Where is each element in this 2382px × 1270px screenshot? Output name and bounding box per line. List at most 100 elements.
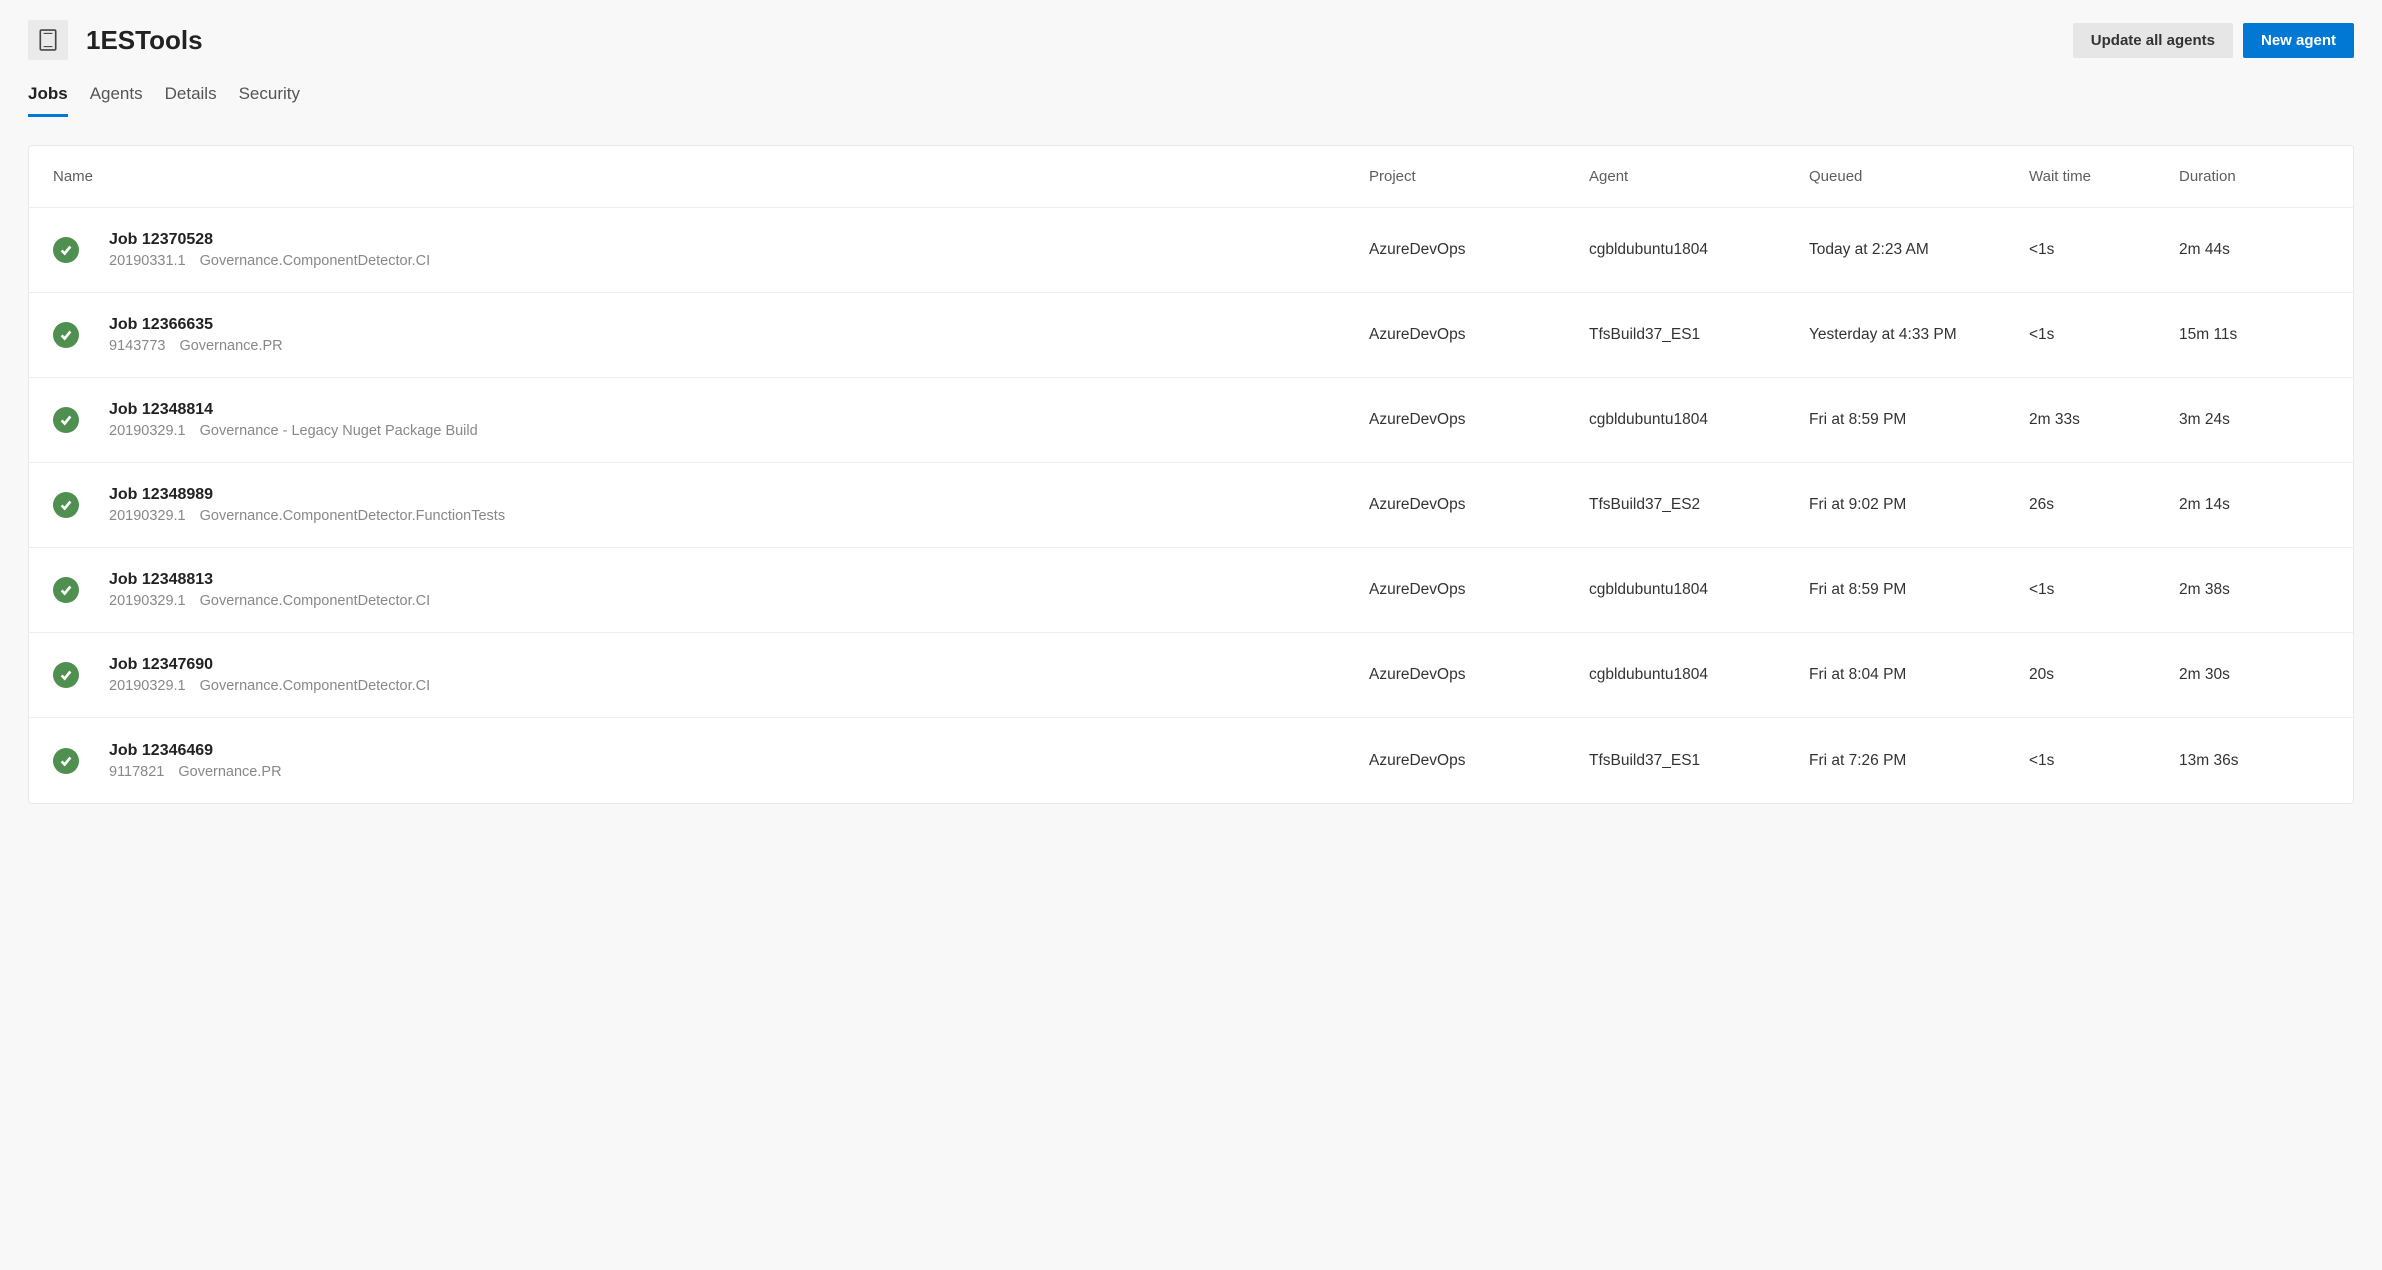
- cell-queued: Fri at 8:04 PM: [1809, 666, 2029, 684]
- table-row[interactable]: Job 12348813 20190329.1 Governance.Compone…: [29, 548, 2353, 633]
- cell-queued: Yesterday at 4:33 PM: [1809, 326, 2029, 344]
- cell-project: AzureDevOps: [1369, 496, 1589, 514]
- cell-queued: Fri at 8:59 PM: [1809, 411, 2029, 429]
- name-cell: Job 12370528 20190331.1 Governance.Compone…: [109, 231, 1369, 269]
- cell-agent: cgbldubuntu1804: [1589, 666, 1809, 684]
- cell-wait: <1s: [2029, 326, 2179, 344]
- job-build: 20190329.1: [109, 593, 186, 609]
- table-row[interactable]: Job 12347690 20190329.1 Governance.Compone…: [29, 633, 2353, 718]
- cell-agent: TfsBuild37_ES1: [1589, 326, 1809, 344]
- column-wait[interactable]: Wait time: [2029, 168, 2179, 185]
- cell-wait: 2m 33s: [2029, 411, 2179, 429]
- cell-duration: 2m 14s: [2179, 496, 2329, 514]
- job-build: 20190329.1: [109, 423, 186, 439]
- success-icon: [53, 407, 79, 433]
- job-pipeline: Governance.ComponentDetector.CI: [200, 253, 431, 269]
- cell-project: AzureDevOps: [1369, 411, 1589, 429]
- table-row[interactable]: Job 12348989 20190329.1 Governance.Compone…: [29, 463, 2353, 548]
- page-title: 1ESTools: [86, 25, 203, 56]
- tab-security[interactable]: Security: [239, 84, 300, 117]
- success-icon: [53, 492, 79, 518]
- job-build: 9117821: [109, 764, 164, 780]
- cell-project: AzureDevOps: [1369, 581, 1589, 599]
- job-title[interactable]: Job 12348813: [109, 571, 1369, 589]
- job-subtitle: 20190329.1 Governance - Legacy Nuget Pack…: [109, 423, 1369, 439]
- new-agent-button[interactable]: New agent: [2243, 23, 2354, 58]
- name-cell: Job 12348814 20190329.1 Governance - Legac…: [109, 401, 1369, 439]
- success-icon: [53, 662, 79, 688]
- cell-queued: Fri at 9:02 PM: [1809, 496, 2029, 514]
- cell-project: AzureDevOps: [1369, 752, 1589, 770]
- success-icon: [53, 322, 79, 348]
- job-title[interactable]: Job 12366635: [109, 316, 1369, 334]
- cell-duration: 13m 36s: [2179, 752, 2329, 770]
- cell-duration: 2m 44s: [2179, 241, 2329, 259]
- cell-queued: Today at 2:23 AM: [1809, 241, 2029, 259]
- job-pipeline: Governance.ComponentDetector.CI: [200, 678, 431, 694]
- name-cell: Job 12366635 9143773 Governance.PR: [109, 316, 1369, 354]
- job-pipeline: Governance.ComponentDetector.CI: [200, 593, 431, 609]
- page-header: 1ESTools Update all agents New agent: [28, 20, 2354, 60]
- cell-agent: cgbldubuntu1804: [1589, 581, 1809, 599]
- cell-wait: <1s: [2029, 752, 2179, 770]
- job-pipeline: Governance.PR: [179, 338, 282, 354]
- success-icon: [53, 237, 79, 263]
- job-title[interactable]: Job 12348989: [109, 486, 1369, 504]
- cell-project: AzureDevOps: [1369, 326, 1589, 344]
- job-build: 9143773: [109, 338, 165, 354]
- job-subtitle: 9143773 Governance.PR: [109, 338, 1369, 354]
- cell-duration: 15m 11s: [2179, 326, 2329, 344]
- job-subtitle: 9117821 Governance.PR: [109, 764, 1369, 780]
- job-pipeline: Governance - Legacy Nuget Package Build: [200, 423, 478, 439]
- cell-project: AzureDevOps: [1369, 241, 1589, 259]
- job-subtitle: 20190329.1 Governance.ComponentDetector.C…: [109, 593, 1369, 609]
- cell-duration: 2m 38s: [2179, 581, 2329, 599]
- name-cell: Job 12348813 20190329.1 Governance.Compone…: [109, 571, 1369, 609]
- tabs: Jobs Agents Details Security: [28, 84, 2354, 117]
- job-title[interactable]: Job 12346469: [109, 742, 1369, 760]
- column-duration[interactable]: Duration: [2179, 168, 2329, 185]
- job-title[interactable]: Job 12347690: [109, 656, 1369, 674]
- cell-queued: Fri at 8:59 PM: [1809, 581, 2029, 599]
- job-title[interactable]: Job 12370528: [109, 231, 1369, 249]
- success-icon: [53, 577, 79, 603]
- job-pipeline: Governance.PR: [178, 764, 281, 780]
- cell-wait: <1s: [2029, 581, 2179, 599]
- cell-duration: 2m 30s: [2179, 666, 2329, 684]
- table-row[interactable]: Job 12370528 20190331.1 Governance.Compone…: [29, 208, 2353, 293]
- column-name[interactable]: Name: [53, 168, 1369, 185]
- column-queued[interactable]: Queued: [1809, 168, 2029, 185]
- job-subtitle: 20190329.1 Governance.ComponentDetector.C…: [109, 678, 1369, 694]
- cell-agent: TfsBuild37_ES1: [1589, 752, 1809, 770]
- job-build: 20190331.1: [109, 253, 186, 269]
- cell-project: AzureDevOps: [1369, 666, 1589, 684]
- table-header: Name Project Agent Queued Wait time Dura…: [29, 146, 2353, 208]
- cell-agent: cgbldubuntu1804: [1589, 411, 1809, 429]
- job-subtitle: 20190331.1 Governance.ComponentDetector.C…: [109, 253, 1369, 269]
- pool-icon: [28, 20, 68, 60]
- table-row[interactable]: Job 12346469 9117821 Governance.PR AzureDev…: [29, 718, 2353, 803]
- cell-agent: cgbldubuntu1804: [1589, 241, 1809, 259]
- column-project[interactable]: Project: [1369, 168, 1589, 185]
- tab-agents[interactable]: Agents: [90, 84, 143, 117]
- job-title[interactable]: Job 12348814: [109, 401, 1369, 419]
- tab-jobs[interactable]: Jobs: [28, 84, 68, 117]
- tab-details[interactable]: Details: [165, 84, 217, 117]
- job-pipeline: Governance.ComponentDetector.FunctionTes…: [200, 508, 505, 524]
- job-build: 20190329.1: [109, 508, 186, 524]
- name-cell: Job 12348989 20190329.1 Governance.Compone…: [109, 486, 1369, 524]
- name-cell: Job 12346469 9117821 Governance.PR: [109, 742, 1369, 780]
- cell-queued: Fri at 7:26 PM: [1809, 752, 2029, 770]
- cell-duration: 3m 24s: [2179, 411, 2329, 429]
- cell-wait: 20s: [2029, 666, 2179, 684]
- update-all-agents-button[interactable]: Update all agents: [2073, 23, 2233, 58]
- column-agent[interactable]: Agent: [1589, 168, 1809, 185]
- name-cell: Job 12347690 20190329.1 Governance.Compone…: [109, 656, 1369, 694]
- job-build: 20190329.1: [109, 678, 186, 694]
- table-row[interactable]: Job 12348814 20190329.1 Governance - Legac…: [29, 378, 2353, 463]
- cell-wait: 26s: [2029, 496, 2179, 514]
- cell-agent: TfsBuild37_ES2: [1589, 496, 1809, 514]
- jobs-card: Name Project Agent Queued Wait time Dura…: [28, 145, 2354, 804]
- table-row[interactable]: Job 12366635 9143773 Governance.PR AzureDev…: [29, 293, 2353, 378]
- job-subtitle: 20190329.1 Governance.ComponentDetector.F…: [109, 508, 1369, 524]
